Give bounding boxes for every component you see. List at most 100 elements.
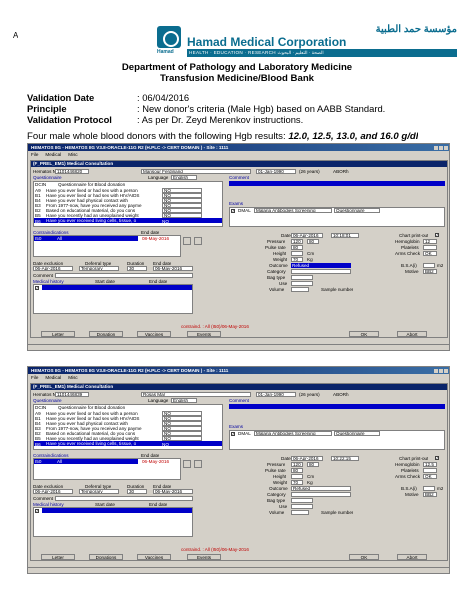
events-button[interactable]: Events [187, 554, 221, 560]
hemoglobin-field[interactable]: 12.5 [423, 462, 437, 467]
contra-refresh-button[interactable] [194, 460, 202, 468]
consult-time-field[interactable]: 10:18:01 [331, 233, 359, 238]
bag-type-select[interactable] [291, 498, 313, 503]
menu-medical[interactable]: Medical [45, 375, 61, 380]
volume-field[interactable] [291, 287, 309, 292]
mh-row[interactable] [42, 508, 192, 513]
height-field[interactable] [291, 474, 303, 479]
chart-printout-checkbox[interactable]: ✓ [435, 233, 439, 237]
bag-type-select[interactable] [291, 275, 313, 280]
menu-misc[interactable]: Misc [68, 375, 77, 380]
contraindication-row[interactable]: I50 All [34, 236, 138, 241]
exclusion-date-field[interactable]: 06-Apr-2016 [33, 489, 73, 494]
outcome-select[interactable]: Refused [291, 486, 351, 491]
letter-button[interactable]: Letter [41, 554, 75, 560]
mh-checkbox[interactable]: ✓ [35, 509, 39, 513]
duration-field[interactable]: 30 [127, 266, 147, 271]
comment2-field[interactable] [55, 273, 193, 278]
menu-medical[interactable]: Medical [45, 152, 61, 157]
pressure-diastolic[interactable]: 80 [307, 239, 319, 244]
contraindication-row[interactable]: I50 All [34, 459, 138, 464]
duration-field[interactable]: 30 [127, 489, 147, 494]
category-select[interactable] [291, 269, 351, 274]
question-row-selected[interactable]: B6 Have you ever received living cells, t… [34, 218, 222, 224]
donor-name-field[interactable]: Rosas Mar [141, 392, 251, 397]
vaccines-button[interactable]: Vaccines [137, 331, 171, 337]
exclusion-end-field[interactable]: 06-May-2016 [153, 489, 193, 494]
letter-button[interactable]: Letter [41, 331, 75, 337]
consult-time-field[interactable]: 10:22:15 [331, 456, 359, 461]
outcome-select[interactable]: Refused [291, 263, 351, 268]
comment-field[interactable] [229, 404, 445, 409]
maximize-icon[interactable] [439, 146, 443, 150]
consult-date-field[interactable]: 06-Apr-2016 [291, 233, 323, 238]
weight-field[interactable]: 70 [291, 257, 303, 262]
contra-edit-button[interactable] [183, 460, 191, 468]
mh-row[interactable] [42, 285, 192, 290]
menu-misc[interactable]: Misc [68, 152, 77, 157]
question-row-selected[interactable]: B6 Have you ever received living cells, t… [34, 441, 222, 447]
ok-button[interactable]: OK [349, 331, 379, 337]
exam-type[interactable]: Questionnaire [334, 431, 380, 436]
ok-button[interactable]: OK [349, 554, 379, 560]
language-select[interactable]: English [171, 398, 197, 403]
pulse-field[interactable]: 80 [291, 468, 303, 473]
platelets-field[interactable] [423, 245, 437, 250]
arms-check-field[interactable]: OK [423, 474, 437, 479]
volume-field[interactable] [291, 510, 309, 515]
pressure-diastolic[interactable]: 80 [307, 462, 319, 467]
pressure-systolic[interactable]: 120 [291, 462, 303, 467]
exam-checkbox[interactable]: ✓ [231, 432, 235, 436]
donor-name-field[interactable]: Mansour Ferdinand [141, 169, 251, 174]
consult-date-field[interactable]: 06-Apr-2016 [291, 456, 323, 461]
minimize-icon[interactable] [434, 146, 438, 150]
donations-button[interactable]: Donations [89, 554, 123, 560]
menu-file[interactable]: File [31, 152, 38, 157]
menu-file[interactable]: File [31, 375, 38, 380]
use-select[interactable] [291, 281, 313, 286]
arms-check-label: Arms Check [395, 474, 421, 479]
exam-checkbox[interactable]: ✓ [231, 209, 235, 213]
hematos-no-field[interactable]: 1101446820 [55, 169, 89, 174]
mh-checkbox[interactable]: ✓ [35, 286, 39, 290]
weight-field[interactable]: 70 [291, 480, 303, 485]
pulse-field[interactable]: 80 [291, 245, 303, 250]
arms-check-field[interactable]: OK [423, 251, 437, 256]
language-select[interactable]: English [171, 175, 197, 180]
exam-name[interactable]: Malaria Antibodies Screening [254, 431, 332, 436]
minimize-icon[interactable] [434, 369, 438, 373]
comment-field[interactable] [229, 181, 445, 186]
abort-button[interactable]: Abort [397, 554, 427, 560]
dob-field[interactable]: 01-Jan-1990 [256, 169, 296, 174]
exclusion-end-field[interactable]: 06-May-2016 [153, 266, 193, 271]
close-icon[interactable] [444, 369, 448, 373]
contra-refresh-button[interactable] [194, 237, 202, 245]
motive-field[interactable]: BB2 [423, 492, 437, 497]
exam-type[interactable]: Questionnaire [334, 208, 380, 213]
hemoglobin-field[interactable]: 12 [423, 239, 437, 244]
hematos-no-field[interactable]: 1101446839 [55, 392, 89, 397]
motive-field[interactable]: BB2 [423, 269, 437, 274]
maximize-icon[interactable] [439, 369, 443, 373]
contra-edit-button[interactable] [183, 237, 191, 245]
abort-button[interactable]: Abort [397, 331, 427, 337]
vaccines-button[interactable]: Vaccines [137, 554, 171, 560]
close-icon[interactable] [444, 146, 448, 150]
donation-button[interactable]: Donation [89, 331, 123, 337]
category-select[interactable] [291, 492, 351, 497]
events-button[interactable]: Events [187, 331, 221, 337]
bsa-field[interactable] [423, 263, 435, 268]
deferral-type-select[interactable]: Temporary [79, 266, 119, 271]
exam-name[interactable]: Malaria Antibodies Screening [254, 208, 332, 213]
pressure-systolic[interactable]: 120 [291, 239, 303, 244]
bsa-field[interactable] [423, 486, 435, 491]
height-field[interactable] [291, 251, 303, 256]
window-title: HEMATOS IIG - HEMATOS IIG V3.8-ORACLE-11… [31, 145, 229, 150]
dob-field[interactable]: 01-Jan-1990 [256, 392, 296, 397]
exclusion-date-field[interactable]: 06-Apr-2016 [33, 266, 73, 271]
comment2-field[interactable] [55, 496, 193, 501]
platelets-field[interactable] [423, 468, 437, 473]
chart-printout-checkbox[interactable]: ✓ [435, 456, 439, 460]
use-select[interactable] [291, 504, 313, 509]
deferral-type-select[interactable]: Temporary [79, 489, 119, 494]
